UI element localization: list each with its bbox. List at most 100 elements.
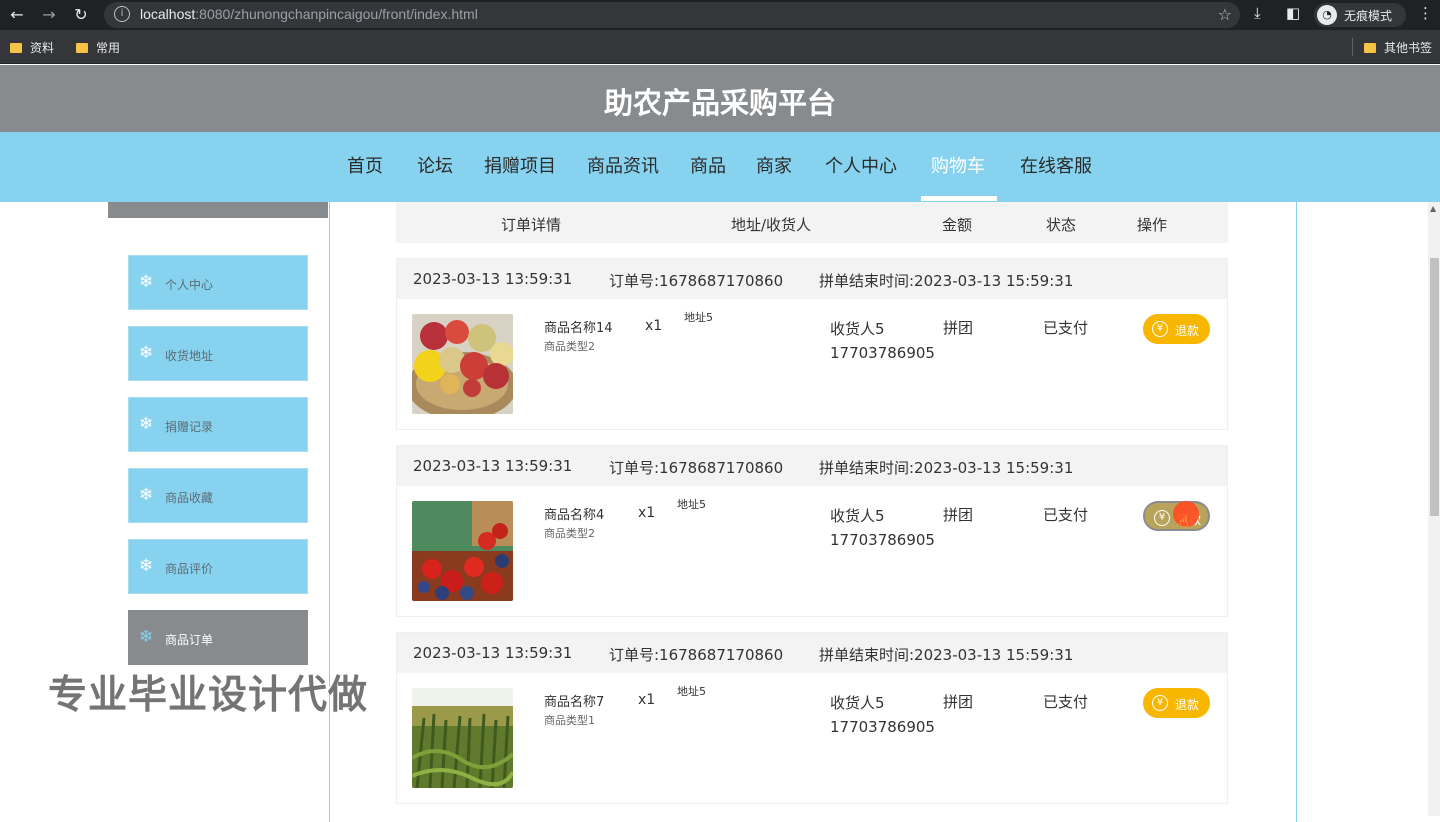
receiver-phone: 17703786905 xyxy=(830,718,935,736)
incognito-label: 无痕模式 xyxy=(1344,9,1393,23)
scrollbar-thumb[interactable] xyxy=(1430,258,1439,516)
product-name[interactable]: 商品名称4 xyxy=(544,504,604,523)
order-status: 已支付 xyxy=(1043,319,1089,337)
order-status: 已支付 xyxy=(1043,506,1089,524)
yuan-coin-icon: ¥ xyxy=(1152,695,1168,711)
sidebar-item-label: 商品订单 xyxy=(165,633,214,647)
product-image-strawberries[interactable] xyxy=(412,501,513,601)
order-header: 2023-03-13 13:59:31 订单号:1678687170860 拼单… xyxy=(397,446,1227,486)
other-bookmarks[interactable]: 其他书签 xyxy=(1364,39,1432,56)
order-card: 2023-03-13 13:59:31 订单号:1678687170860 拼单… xyxy=(396,445,1228,617)
nav-support[interactable]: 在线客服 xyxy=(1020,152,1092,178)
nav-news[interactable]: 商品资讯 xyxy=(587,152,659,178)
site-info-icon[interactable]: i xyxy=(114,6,130,22)
nav-home[interactable]: 首页 xyxy=(347,152,383,178)
nav-donation[interactable]: 捐赠项目 xyxy=(484,152,556,178)
sidebar-item-donations[interactable]: ❄ 捐赠记录 xyxy=(128,397,308,452)
nav-cart[interactable]: 购物车 xyxy=(931,152,985,178)
refund-button[interactable]: ¥ 退款 xyxy=(1143,688,1210,718)
nav-forum[interactable]: 论坛 xyxy=(417,152,453,178)
refund-button[interactable]: ¥ 退款 xyxy=(1143,314,1210,344)
incognito-badge[interactable]: ◔ 无痕模式 xyxy=(1314,3,1406,27)
refund-label: 退款 xyxy=(1175,698,1200,712)
sidebar-item-profile[interactable]: ❄ 个人中心 xyxy=(128,255,308,310)
group-end-time: 拼单结束时间:2023-03-13 15:59:31 xyxy=(819,272,1074,290)
yuan-coin-icon: ¥ xyxy=(1152,321,1168,337)
header-actions: 操作 xyxy=(1137,216,1168,234)
site-header: 助农产品采购平台 xyxy=(0,65,1440,132)
back-icon[interactable]: ← xyxy=(6,4,28,26)
sidebar-item-label: 个人中心 xyxy=(165,278,214,292)
order-header: 2023-03-13 13:59:31 订单号:1678687170860 拼单… xyxy=(397,633,1227,673)
reload-icon[interactable]: ↻ xyxy=(70,4,92,26)
refund-label: 退款 xyxy=(1175,324,1200,338)
active-nav-indicator xyxy=(921,196,997,201)
bookmark-star-icon[interactable]: ☆ xyxy=(1218,5,1232,24)
sidebar-item-label: 捐赠记录 xyxy=(165,420,214,434)
forward-icon[interactable]: → xyxy=(38,4,60,26)
delivery-address: 地址5 xyxy=(684,311,713,324)
orders-table-header: 订单详情 地址/收货人 金额 状态 操作 xyxy=(396,202,1228,243)
snowflake-icon: ❄ xyxy=(139,414,154,434)
folder-icon xyxy=(1364,43,1376,53)
product-name[interactable]: 商品名称14 xyxy=(544,317,613,336)
sidebar-item-orders[interactable]: ❄ 商品订单 xyxy=(128,610,308,665)
snowflake-icon: ❄ xyxy=(139,627,154,647)
receiver-name: 收货人5 xyxy=(830,507,885,525)
order-card: 2023-03-13 13:59:31 订单号:1678687170860 拼单… xyxy=(396,632,1228,804)
receiver-info: 收货人5 17703786905 xyxy=(830,504,935,552)
nav-merchants[interactable]: 商家 xyxy=(756,152,792,178)
snowflake-icon: ❄ xyxy=(139,556,154,576)
group-end-time: 拼单结束时间:2023-03-13 15:59:31 xyxy=(819,459,1074,477)
receiver-info: 收货人5 17703786905 xyxy=(830,317,935,365)
product-image-millet-field[interactable] xyxy=(412,688,513,788)
sidebar-item-label: 收货地址 xyxy=(165,349,214,363)
scroll-up-icon[interactable]: ▲ xyxy=(1430,204,1436,213)
delivery-address: 地址5 xyxy=(677,498,706,511)
watermark-text: 专业毕业设计代做 xyxy=(48,673,369,718)
product-name[interactable]: 商品名称7 xyxy=(544,691,604,710)
sidebar-item-label: 商品收藏 xyxy=(165,491,214,505)
sidebar-item-reviews[interactable]: ❄ 商品评价 xyxy=(128,539,308,594)
hand-cursor-icon: ☝ xyxy=(1179,512,1189,531)
header-status: 状态 xyxy=(1046,216,1077,234)
sidebar-item-address[interactable]: ❄ 收货地址 xyxy=(128,326,308,381)
snowflake-icon: ❄ xyxy=(139,485,154,505)
snowflake-icon: ❄ xyxy=(139,343,154,363)
main-nav: 首页 论坛 捐赠项目 商品资讯 商品 商家 个人中心 购物车 在线客服 xyxy=(0,132,1440,202)
bookmark-folder-changyong[interactable]: 常用 xyxy=(76,39,120,56)
header-amount: 金额 xyxy=(942,216,973,234)
folder-icon xyxy=(76,43,88,53)
product-type: 商品类型2 xyxy=(544,527,595,540)
order-time: 2023-03-13 13:59:31 xyxy=(413,270,573,288)
bookmarks-bar: 资料 常用 其他书签 xyxy=(0,30,1440,64)
order-number: 订单号:1678687170860 xyxy=(609,459,784,477)
delivery-address: 地址5 xyxy=(677,685,706,698)
product-quantity: x1 xyxy=(645,318,663,334)
address-bar[interactable]: i localhost:8080/zhunongchanpincaigou/fr… xyxy=(104,2,1240,28)
nav-profile[interactable]: 个人中心 xyxy=(825,152,897,178)
snowflake-icon: ❄ xyxy=(139,272,154,292)
header-order-details: 订单详情 xyxy=(501,216,562,234)
url-text[interactable]: localhost:8080/zhunongchanpincaigou/fron… xyxy=(140,6,478,22)
product-image-fruit-basket[interactable] xyxy=(412,314,513,414)
incognito-icon: ◔ xyxy=(1317,5,1337,25)
product-type: 商品类型2 xyxy=(544,340,595,353)
order-number: 订单号:1678687170860 xyxy=(609,272,784,290)
receiver-name: 收货人5 xyxy=(830,694,885,712)
receiver-phone: 17703786905 xyxy=(830,344,935,362)
sidebar-item-favorites[interactable]: ❄ 商品收藏 xyxy=(128,468,308,523)
receiver-phone: 17703786905 xyxy=(830,531,935,549)
order-amount: 拼团 xyxy=(943,319,974,337)
bookmarks-divider xyxy=(1352,38,1353,56)
order-amount: 拼团 xyxy=(943,506,974,524)
side-panel-icon[interactable]: ◧ xyxy=(1286,4,1300,22)
nav-products[interactable]: 商品 xyxy=(690,152,726,178)
bookmark-folder-ziliao[interactable]: 资料 xyxy=(10,39,54,56)
header-address: 地址/收货人 xyxy=(731,216,812,234)
site-title: 助农产品采购平台 xyxy=(603,86,836,120)
product-quantity: x1 xyxy=(638,692,656,708)
menu-icon[interactable]: ⋮ xyxy=(1418,4,1433,22)
download-icon[interactable]: ⤓ xyxy=(1254,4,1261,22)
order-time: 2023-03-13 13:59:31 xyxy=(413,644,573,662)
